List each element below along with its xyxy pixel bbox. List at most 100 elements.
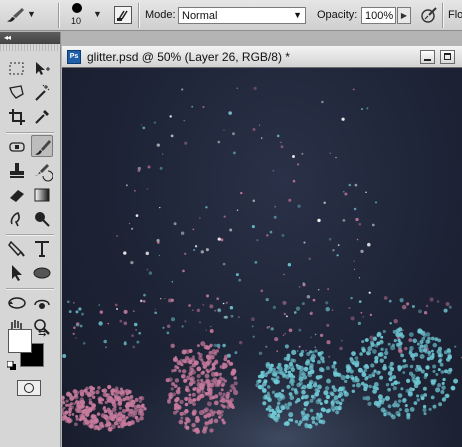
marquee-tool[interactable]	[6, 58, 28, 80]
sparkle	[184, 320, 187, 323]
opacity-input[interactable]: 100%	[361, 7, 396, 24]
brush-tool[interactable]	[31, 135, 53, 157]
maximize-button[interactable]	[440, 50, 455, 64]
sequin	[196, 397, 200, 401]
sparkle	[323, 201, 326, 205]
sparkle	[371, 223, 375, 227]
sparkle	[205, 294, 210, 298]
canvas[interactable]	[62, 68, 462, 447]
path-selection-tool[interactable]	[6, 262, 28, 284]
sparkle	[142, 126, 146, 130]
move-tool[interactable]	[31, 58, 53, 80]
sequin	[113, 405, 117, 409]
shape-tool[interactable]	[31, 262, 53, 284]
sequin	[207, 390, 213, 395]
sparkle	[222, 302, 225, 305]
sequin	[101, 398, 105, 402]
document-titlebar[interactable]: Ps glitter.psd @ 50% (Layer 26, RGB/8) *	[62, 46, 462, 68]
sequin	[130, 420, 135, 425]
sequin	[188, 398, 194, 404]
sequin	[68, 410, 72, 414]
eraser-tool[interactable]	[6, 184, 28, 206]
sparkle	[297, 204, 301, 208]
gradient-tool[interactable]	[31, 184, 53, 206]
sequin	[432, 404, 437, 409]
crop-tool[interactable]	[6, 106, 28, 128]
sequin	[74, 395, 79, 400]
sparkle	[181, 325, 184, 328]
sequin	[192, 398, 196, 402]
history-brush-tool[interactable]	[31, 160, 53, 182]
sequin	[422, 404, 427, 409]
sequin	[312, 383, 318, 388]
sequin	[387, 387, 391, 392]
mode-select[interactable]: Normal ▼	[178, 7, 306, 24]
sequin	[316, 412, 320, 416]
sequin	[364, 363, 369, 368]
eyedropper-tool[interactable]	[31, 106, 53, 128]
sequin	[287, 401, 293, 407]
sparkle	[217, 346, 221, 349]
sequin	[168, 396, 172, 400]
sequin	[196, 374, 201, 379]
sequin	[125, 391, 130, 396]
sparkle	[217, 237, 221, 241]
sparkle	[281, 233, 285, 237]
sparkle	[352, 88, 355, 91]
sequin	[351, 376, 355, 381]
sequin	[212, 377, 218, 383]
sequin	[368, 384, 372, 389]
swap-colors-icon[interactable]: ⇆	[38, 328, 46, 339]
sequin	[333, 372, 338, 377]
toolbox-header[interactable]: ◂◂	[0, 32, 60, 44]
sparkle	[454, 345, 457, 348]
brush-panel-button[interactable]	[114, 6, 132, 24]
default-colors-icon[interactable]	[7, 361, 17, 371]
sequin	[379, 358, 384, 363]
pen-tool[interactable]	[6, 238, 28, 260]
blur-tool[interactable]	[6, 208, 28, 230]
sparkle	[131, 334, 134, 337]
3d-rotate-tool[interactable]	[6, 292, 28, 314]
clone-stamp-tool[interactable]	[6, 160, 28, 182]
sparkle	[73, 302, 75, 304]
brush-tip-icon[interactable]	[72, 3, 82, 13]
sequin	[430, 336, 435, 341]
sequin	[89, 409, 92, 413]
sequin	[115, 386, 119, 391]
healing-brush-tool[interactable]	[6, 136, 28, 158]
sequin	[173, 368, 177, 372]
sparkle	[274, 205, 276, 208]
sparkle	[298, 328, 302, 332]
sequin	[442, 377, 446, 382]
sequin	[416, 365, 422, 370]
lasso-tool[interactable]	[6, 82, 28, 104]
collapse-icon[interactable]: ◂◂	[4, 32, 11, 44]
sparkle	[210, 325, 212, 328]
sequin	[106, 415, 110, 419]
sparkle	[199, 217, 201, 219]
sequin	[221, 384, 225, 387]
3d-orbit-tool[interactable]	[31, 292, 53, 314]
sparkle	[425, 304, 429, 308]
opacity-slider-button[interactable]: ▶	[397, 7, 411, 24]
tool-preset-dropdown-icon[interactable]: ▼	[27, 9, 36, 19]
tool-preset-picker[interactable]	[4, 6, 26, 24]
sparkle	[162, 326, 165, 329]
magic-wand-tool[interactable]	[31, 82, 53, 104]
brush-picker-dropdown-icon[interactable]: ▼	[93, 9, 102, 19]
foreground-color-swatch[interactable]	[8, 329, 32, 353]
sequin	[198, 410, 205, 416]
sparkle	[167, 298, 173, 303]
sequin	[65, 391, 71, 397]
sequin	[407, 391, 413, 397]
sparkle	[205, 248, 209, 252]
sequin	[100, 401, 104, 405]
toolbox-grip[interactable]	[0, 44, 60, 51]
sequin	[267, 369, 272, 374]
minimize-button[interactable]	[420, 50, 435, 64]
type-tool[interactable]	[31, 238, 53, 260]
airbrush-toggle[interactable]	[419, 5, 439, 25]
dodge-tool[interactable]	[31, 208, 53, 230]
quick-mask-button[interactable]	[17, 380, 41, 396]
